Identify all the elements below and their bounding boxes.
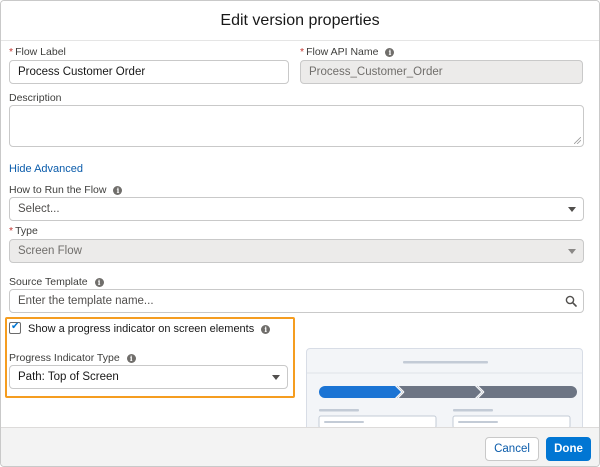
check-icon: ✔: [11, 321, 20, 332]
required-marker: *: [9, 46, 14, 58]
search-icon[interactable]: [565, 295, 577, 307]
source-template-input[interactable]: Enter the template name...: [9, 289, 584, 313]
modal-header: Edit version properties: [1, 1, 599, 41]
flow-api-name-label: * Flow API Name i: [300, 46, 395, 58]
info-icon[interactable]: i: [126, 354, 136, 363]
info-icon[interactable]: i: [261, 325, 271, 334]
modal-footer: Cancel Done: [1, 427, 599, 466]
modal-title: Edit version properties: [220, 12, 380, 29]
hide-advanced-link[interactable]: Hide Advanced: [9, 163, 83, 175]
progress-indicator-checkbox[interactable]: ✔: [9, 321, 21, 334]
flow-label-input[interactable]: Process Customer Order: [9, 60, 289, 84]
description-textarea[interactable]: [9, 105, 584, 147]
info-icon[interactable]: i: [113, 186, 123, 195]
required-marker: *: [300, 46, 305, 58]
chevron-down-icon: [272, 375, 280, 380]
cancel-button[interactable]: Cancel: [485, 437, 539, 461]
progress-indicator-preview: [306, 348, 583, 427]
type-select: Screen Flow: [9, 239, 584, 263]
path-preview-illustration: [307, 361, 582, 427]
description-label: Description: [9, 92, 62, 104]
how-to-run-select[interactable]: Select...: [9, 197, 584, 221]
info-icon[interactable]: i: [385, 48, 395, 57]
progress-indicator-type-label: Progress Indicator Type i: [9, 352, 136, 364]
flow-label-label: * Flow Label: [9, 46, 66, 58]
source-template-label: Source Template i: [9, 276, 104, 288]
progress-indicator-checkbox-label[interactable]: Show a progress indicator on screen elem…: [28, 323, 271, 335]
edit-version-properties-modal: Edit version properties * Flow Label Proc…: [0, 0, 600, 467]
flow-api-name-input: Process_Customer_Order: [300, 60, 583, 84]
progress-indicator-type-select[interactable]: Path: Top of Screen: [9, 365, 288, 389]
required-marker: *: [9, 225, 14, 237]
chevron-down-icon: [568, 207, 576, 212]
resize-grip-icon[interactable]: [574, 137, 581, 144]
type-label: * Type: [9, 225, 38, 237]
info-icon[interactable]: i: [94, 278, 104, 287]
modal-body[interactable]: * Flow Label Process Customer Order * Flow…: [1, 41, 599, 427]
how-to-run-label: How to Run the Flow i: [9, 184, 123, 196]
chevron-down-icon: [568, 249, 576, 254]
done-button[interactable]: Done: [546, 437, 591, 461]
